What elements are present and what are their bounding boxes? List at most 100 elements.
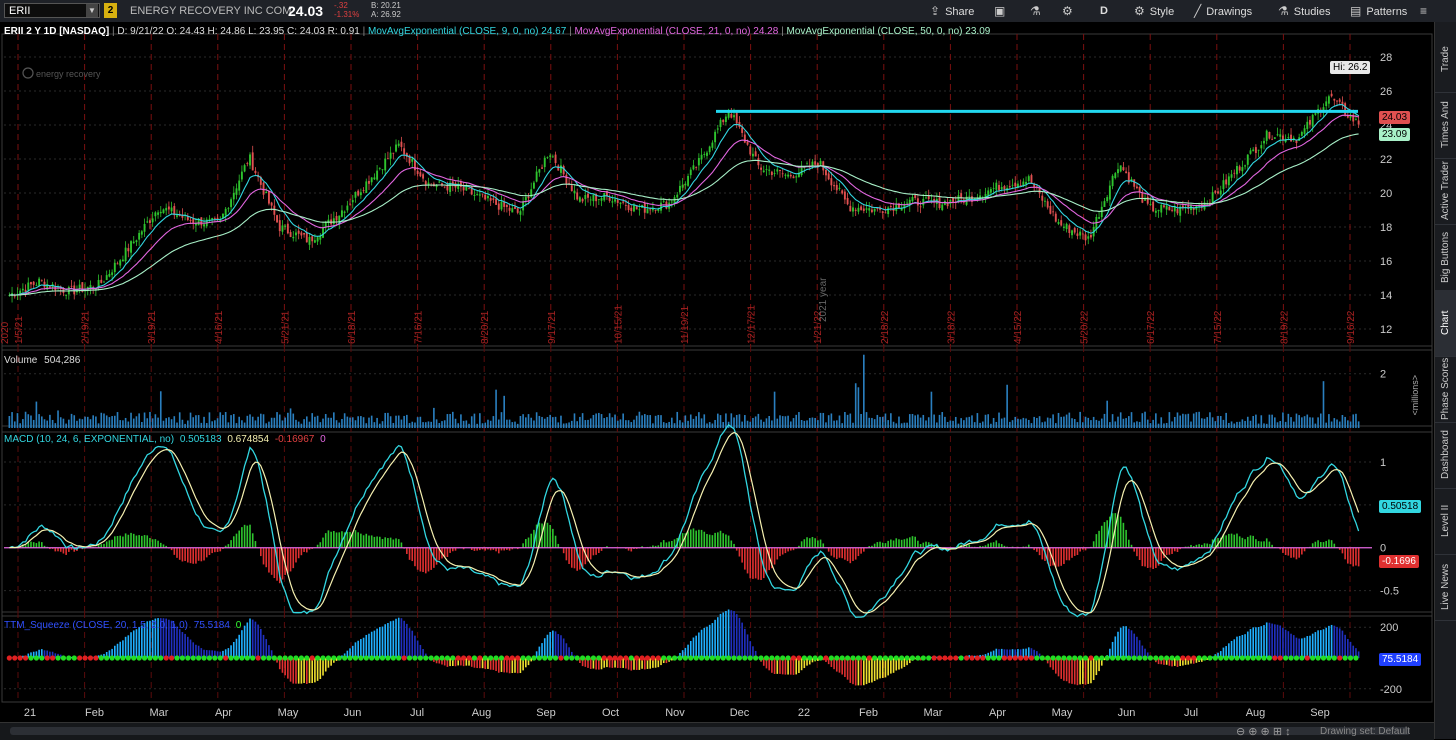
volume-bar [333, 412, 335, 428]
sidebar-tab[interactable]: Big Buttons [1435, 224, 1456, 291]
volume-bar [341, 418, 343, 428]
aggregation-button[interactable]: D [1100, 0, 1108, 22]
ttm-squeeze-dot [1120, 655, 1126, 661]
ttm-squeeze-dot [1342, 655, 1348, 661]
volume-bar [938, 414, 941, 428]
sidebar-tab[interactable]: Trade [1435, 26, 1456, 93]
ema21-value: 24.28 [753, 26, 779, 37]
ema9-label[interactable]: MovAvgExponential (CLOSE, 9, 0, no) 24.6… [368, 26, 566, 37]
ttm-squeeze-dot [1180, 655, 1186, 661]
volume-bar [552, 417, 554, 428]
ttm-squeeze-dot [1331, 655, 1337, 661]
drawings-button[interactable]: ╱ Drawings [1194, 0, 1252, 22]
time-scrollbar[interactable]: ⊖ ⊕ ⊕ ⊞ ↕ Drawing set: Default [0, 722, 1434, 740]
studies-button[interactable]: ⚗ Studies [1278, 0, 1330, 22]
ttm-squeeze-dot [417, 655, 423, 661]
patterns-button[interactable]: ▤ Patterns [1350, 0, 1407, 22]
sidebar-tab[interactable]: Active Trader [1435, 158, 1456, 225]
candle-body [624, 205, 627, 206]
ttm-squeeze-dot [223, 655, 229, 661]
flask-button[interactable]: ⚗ [1030, 0, 1046, 22]
volume-bar [460, 414, 462, 428]
candle-body [1273, 137, 1276, 139]
ttm-squeeze-dot [50, 655, 56, 661]
ttm-squeeze-dot [542, 655, 548, 661]
drawing-set-label[interactable]: Drawing set: Default [1320, 726, 1410, 737]
volume-bar [1163, 423, 1165, 428]
volume-bar [76, 420, 78, 428]
ttm-squeeze-dot [1245, 655, 1251, 661]
ttm-squeeze-dot [947, 655, 953, 661]
sidebar-tab[interactable]: Live News [1435, 554, 1456, 621]
style-button[interactable]: ⚙ Style [1134, 0, 1174, 22]
volume-bar [1336, 419, 1338, 428]
ema50-label[interactable]: MovAvgExponential (CLOSE, 50, 0, no) 23.… [786, 26, 990, 37]
volume-bar [216, 418, 219, 428]
volume-bar [944, 416, 946, 428]
volume-bar [241, 420, 243, 428]
candle-body [925, 197, 927, 199]
candle-body [743, 134, 746, 143]
volume-bar [249, 414, 251, 428]
ttm-squeeze-dot [1001, 655, 1008, 661]
candle-body [1327, 96, 1330, 104]
sidebar-tab[interactable]: Phase Scores [1435, 356, 1456, 423]
volume-bar [1284, 421, 1287, 428]
menu-button[interactable]: ≡ [1420, 0, 1432, 22]
ttm-squeeze-dot [942, 655, 948, 661]
volume-bar [735, 414, 738, 428]
ema21-label[interactable]: MovAvgExponential (CLOSE, 21, 0, no) 24.… [574, 26, 778, 37]
date-label: 8/20/21 [480, 310, 491, 344]
sidebar-tab[interactable]: Level II [1435, 488, 1456, 555]
link-group-badge[interactable]: 2 [104, 3, 117, 18]
sidebar-tab[interactable]: Times And Sales [1435, 92, 1456, 159]
sidebar-tab[interactable]: Chart [1435, 290, 1456, 357]
share-button[interactable]: ⇪ Share [930, 0, 974, 22]
volume-bar [1168, 412, 1171, 428]
volume-bar [103, 413, 105, 428]
volume-bar [1333, 418, 1336, 428]
volume-bar [1141, 413, 1144, 428]
volume-bar [919, 417, 922, 428]
candle-body [343, 211, 346, 213]
volume-bar [1203, 418, 1206, 428]
scroll-thumb[interactable] [10, 727, 1410, 735]
candle-body [865, 208, 868, 210]
volume-bar [554, 416, 557, 428]
settings-button[interactable]: ⚙ [1062, 0, 1078, 22]
volume-bar [1076, 422, 1079, 428]
volume-bar [781, 416, 784, 428]
snapshot-button[interactable]: ▣ [994, 0, 1010, 22]
candle-body [311, 236, 314, 242]
date-label: 12/17/21 [747, 305, 758, 344]
ttm-squeeze-dot [850, 655, 856, 661]
zoom-controls[interactable]: ⊖ ⊕ ⊕ ⊞ ↕ [1236, 725, 1291, 738]
date-label: 8/19/22 [1279, 310, 1290, 344]
chart-canvas[interactable]: 1/5/21 2/19/21 3/19/21 4/16/21 5/21/21 6/18/2… [0, 22, 1434, 722]
volume-bar [779, 415, 781, 428]
candle-body [776, 169, 779, 172]
ttm-squeeze-dot [428, 655, 434, 661]
volume-bar [230, 415, 232, 428]
volume-bar [857, 387, 860, 428]
x-month-label: May [278, 707, 299, 719]
sidebar-tab[interactable]: Dashboard [1435, 422, 1456, 489]
volume-bar [765, 418, 768, 428]
candle-body [230, 199, 233, 208]
volume-bar [389, 416, 392, 428]
ttm-squeeze-dot [1185, 655, 1191, 661]
candle-body [303, 232, 306, 235]
candle-body [1290, 134, 1292, 142]
candle-body [154, 212, 157, 217]
symbol-dropdown-icon[interactable]: ▼ [86, 4, 98, 17]
x-month-label: Sep [1310, 707, 1330, 719]
candle-body [716, 128, 719, 130]
volume-bar [203, 416, 205, 428]
ttm-squeeze-dot [282, 655, 288, 661]
volume-bar [1054, 423, 1057, 428]
candle-body [340, 210, 343, 217]
candle-body [511, 208, 514, 213]
volume-bar [1257, 423, 1260, 428]
volume-bar [222, 414, 224, 428]
candle-body [476, 194, 479, 195]
